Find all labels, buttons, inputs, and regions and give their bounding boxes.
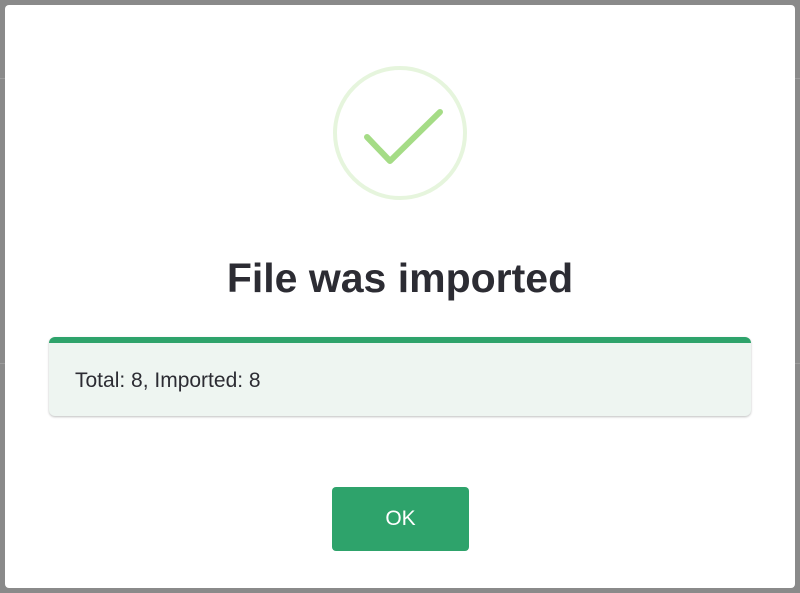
import-result-dialog: File was imported Total: 8, Imported: 8 … — [5, 5, 795, 588]
import-summary-text: Total: 8, Imported: 8 — [75, 369, 261, 392]
ok-button[interactable]: OK — [332, 487, 469, 551]
import-summary-box: Total: 8, Imported: 8 — [49, 337, 751, 416]
success-checkmark-icon — [333, 66, 467, 200]
dialog-title: File was imported — [226, 255, 574, 301]
checkmark-icon — [364, 109, 443, 164]
